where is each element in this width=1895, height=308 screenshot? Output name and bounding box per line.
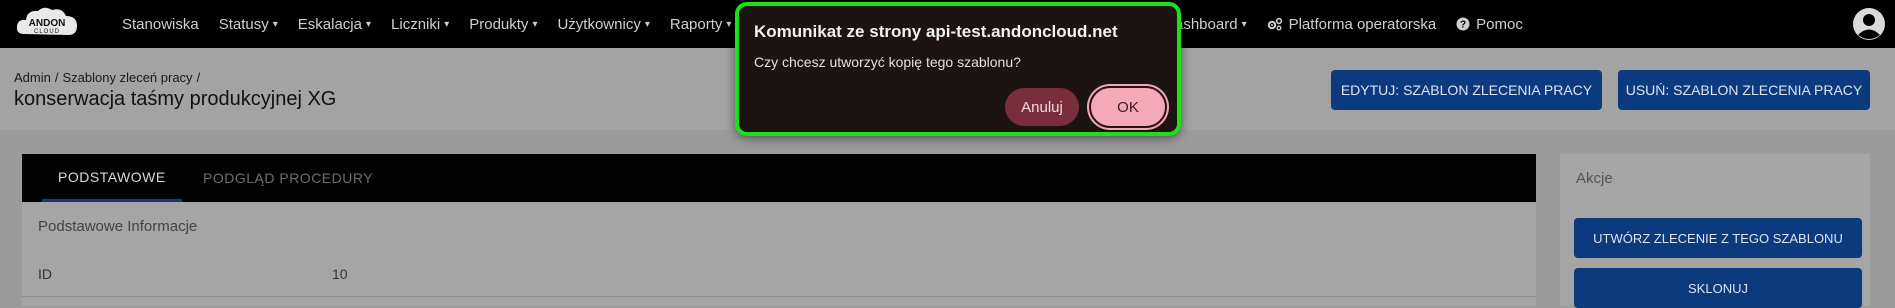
caret-down-icon: ▾	[365, 18, 372, 30]
andon-cloud-logo[interactable]: ANDON CLOUD	[14, 4, 80, 44]
nav-item-label: Użytkownicy	[557, 15, 641, 33]
edit-template-button[interactable]: EDYTUJ: SZABLON ZLECENIA PRACY	[1331, 70, 1602, 110]
nav-item-label: Platforma operatorska	[1288, 15, 1437, 33]
row-divider	[22, 296, 1536, 297]
question-circle-icon: ?	[1456, 17, 1470, 31]
confirm-dialog: Komunikat ze strony api-test.andoncloud.…	[735, 2, 1181, 136]
breadcrumb-link-templates[interactable]: Szablony zleceń pracy	[62, 70, 192, 85]
nav-item-label: Eskalacja	[297, 15, 362, 33]
actions-title: Akcje	[1576, 170, 1613, 187]
caret-down-icon: ▾	[644, 18, 650, 30]
nav-item-pomoc[interactable]: ? Pomoc	[1456, 16, 1523, 33]
breadcrumb-separator: /	[54, 70, 59, 85]
nav-item-uzytkownicy[interactable]: Użytkownicy ▾	[557, 16, 649, 33]
svg-text:?: ?	[1460, 20, 1466, 31]
right-nav: ashboard ▾ Platforma operatorska ? Pomoc	[1175, 0, 1543, 48]
nav-item-label: Stanowiska	[122, 15, 199, 33]
clone-button[interactable]: SKLONUJ	[1574, 268, 1862, 308]
caret-down-icon: ▾	[272, 18, 278, 30]
breadcrumb: Admin / Szablony zleceń pracy /	[14, 70, 204, 85]
delete-template-button[interactable]: USUŃ: SZABLON ZLECENIA PRACY	[1618, 70, 1870, 110]
user-circle-icon[interactable]	[1852, 7, 1886, 41]
logo-text-bottom: CLOUD	[34, 29, 60, 35]
page-title: konserwacja taśmy produkcyjnej XG	[14, 88, 337, 110]
caret-down-icon: ▾	[726, 18, 732, 30]
nav-item-eskalacja[interactable]: Eskalacja ▾	[298, 16, 371, 33]
nav-item-label: Raporty	[669, 15, 723, 33]
breadcrumb-separator: /	[196, 70, 201, 85]
section-title: Podstawowe Informacje	[38, 218, 198, 235]
nav-item-liczniki[interactable]: Liczniki ▾	[391, 16, 449, 33]
gears-icon	[1267, 17, 1282, 31]
caret-down-icon: ▾	[1241, 18, 1247, 30]
tab-podglad-procedury[interactable]: PODGLĄD PROCEDURY	[203, 154, 373, 202]
nav-item-stanowiska[interactable]: Stanowiska	[122, 16, 199, 33]
breadcrumb-link-admin[interactable]: Admin	[14, 70, 51, 85]
nav-item-raporty[interactable]: Raporty ▾	[670, 16, 732, 33]
dialog-title: Komunikat ze strony api-test.andoncloud.…	[754, 22, 1118, 41]
tab-bar: PODSTAWOWE PODGLĄD PROCEDURY	[22, 154, 1536, 202]
field-value-id: 10	[332, 266, 348, 282]
details-card: PODSTAWOWE PODGLĄD PROCEDURY Podstawowe …	[22, 154, 1536, 306]
actions-panel: Akcje UTWÓRZ ZLECENIE Z TEGO SZABLONU SK…	[1560, 154, 1870, 308]
tab-podstawowe[interactable]: PODSTAWOWE	[42, 154, 182, 202]
create-order-from-template-button[interactable]: UTWÓRZ ZLECENIE Z TEGO SZABLONU	[1574, 218, 1862, 258]
nav-item-label: Pomoc	[1476, 15, 1523, 33]
caret-down-icon: ▾	[444, 18, 450, 30]
cancel-button[interactable]: Anuluj	[1005, 88, 1079, 126]
nav-item-platforma-operatorska[interactable]: Platforma operatorska	[1267, 15, 1437, 33]
nav-item-label: ashboard	[1175, 15, 1238, 33]
field-label-id: ID	[38, 266, 52, 282]
logo-text-top: ANDON	[29, 18, 66, 29]
nav-item-label: Liczniki	[391, 15, 441, 33]
nav-item-dashboard[interactable]: ashboard ▾	[1175, 16, 1247, 33]
dialog-message: Czy chcesz utworzyć kopię tego szablonu?	[754, 54, 1021, 70]
nav-item-label: Produkty	[469, 15, 529, 33]
ok-button[interactable]: OK	[1089, 86, 1167, 128]
nav-item-label: Statusy	[218, 15, 269, 33]
caret-down-icon: ▾	[532, 18, 538, 30]
nav-item-statusy[interactable]: Statusy ▾	[219, 16, 278, 33]
main-nav: Stanowiska Statusy ▾ Eskalacja ▾ Licznik…	[122, 0, 751, 48]
nav-item-produkty[interactable]: Produkty ▾	[469, 16, 537, 33]
